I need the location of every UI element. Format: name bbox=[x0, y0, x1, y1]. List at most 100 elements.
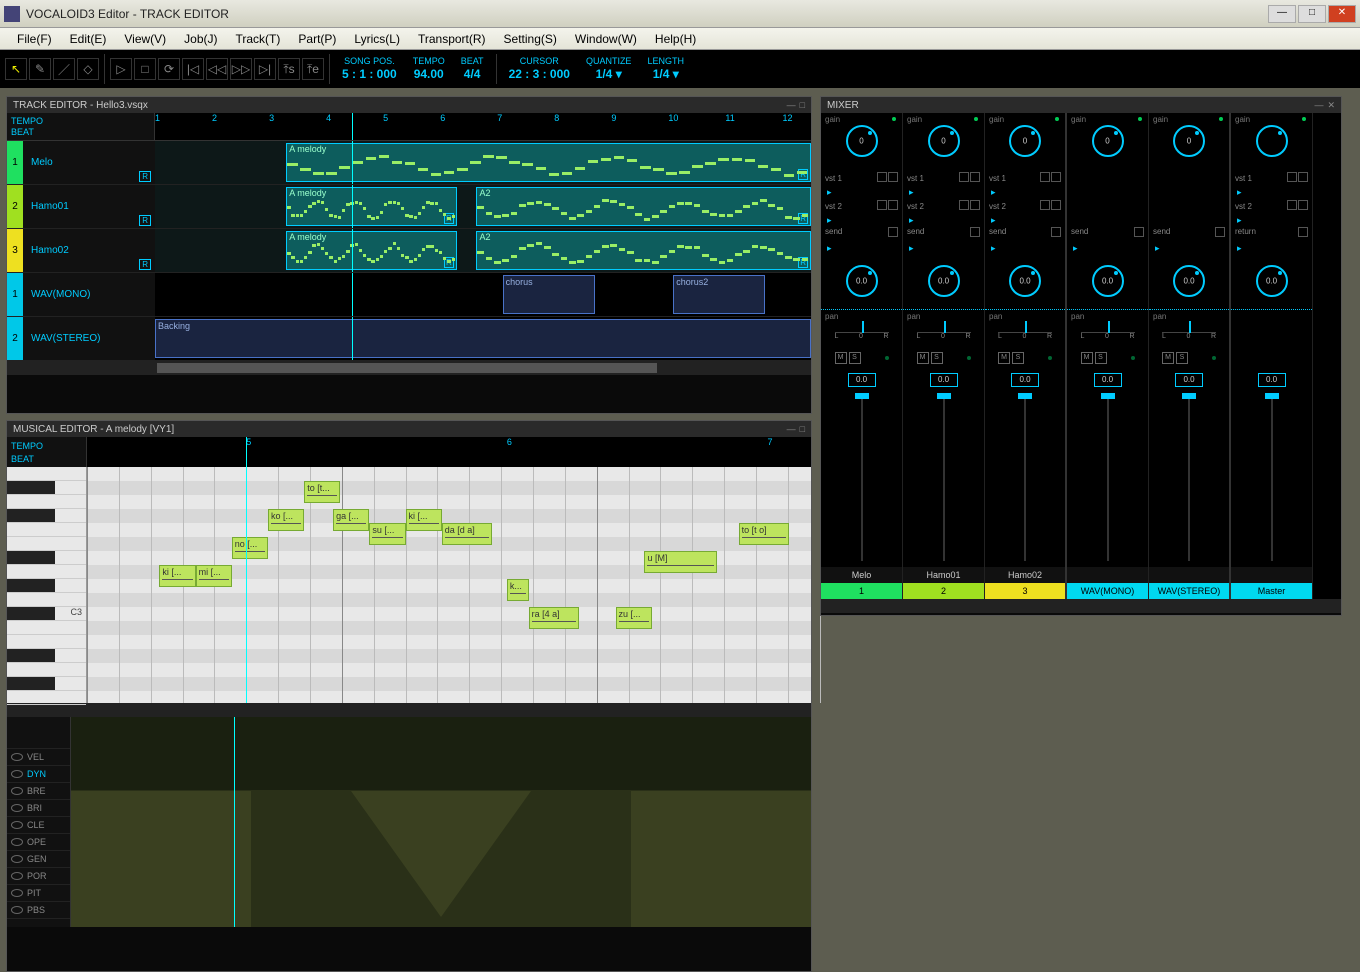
param-dyn[interactable]: DYN bbox=[7, 766, 70, 783]
erase-tool[interactable]: ◇ bbox=[77, 58, 99, 80]
pencil-tool[interactable]: ✎ bbox=[29, 58, 51, 80]
param-graph[interactable] bbox=[71, 717, 811, 927]
channel-number[interactable]: Master bbox=[1231, 583, 1312, 599]
menu-transport[interactable]: Transport(R) bbox=[409, 30, 495, 48]
param-pbs[interactable]: PBS bbox=[7, 902, 70, 919]
note[interactable]: ki [... bbox=[159, 565, 195, 587]
clip[interactable]: A2R bbox=[476, 187, 811, 226]
panel-close-icon[interactable]: ✕ bbox=[1327, 100, 1335, 110]
amount-knob[interactable]: 0.0 bbox=[846, 265, 878, 297]
menu-file[interactable]: File(F) bbox=[8, 30, 61, 48]
fader-slider[interactable] bbox=[1024, 393, 1026, 561]
pan-slider[interactable] bbox=[1162, 323, 1216, 333]
gain-knob[interactable]: 0 bbox=[928, 125, 960, 157]
amount-knob[interactable]: 0.0 bbox=[1173, 265, 1205, 297]
wav-track-lane[interactable]: chorus chorus2 bbox=[155, 273, 811, 316]
menu-job[interactable]: Job(J) bbox=[175, 30, 226, 48]
note[interactable]: da [d a] bbox=[442, 523, 493, 545]
note[interactable]: no [... bbox=[232, 537, 268, 559]
track-hscrollbar[interactable] bbox=[7, 361, 811, 375]
return-slot[interactable]: return bbox=[1231, 225, 1312, 243]
vst2-slot[interactable]: vst 2 bbox=[985, 197, 1065, 215]
menu-window[interactable]: Window(W) bbox=[566, 30, 646, 48]
forward-button[interactable]: ▷▷ bbox=[230, 58, 252, 80]
vst1-slot[interactable]: vst 1 bbox=[903, 169, 984, 187]
note[interactable]: ra [4 a] bbox=[529, 607, 580, 629]
track-lane[interactable]: A melodyR bbox=[155, 141, 811, 184]
vst1-slot[interactable]: vst 1 bbox=[821, 169, 902, 187]
menu-help[interactable]: Help(H) bbox=[646, 30, 705, 48]
play-button[interactable]: ▷ bbox=[110, 58, 132, 80]
wav-track-name[interactable]: WAV(MONO) bbox=[23, 273, 155, 316]
menu-setting[interactable]: Setting(S) bbox=[495, 30, 566, 48]
solo-button[interactable]: S bbox=[1095, 352, 1107, 364]
mute-button[interactable]: M bbox=[1081, 352, 1093, 364]
songpos-value[interactable]: 5 : 1 : 000 bbox=[342, 67, 397, 81]
note[interactable]: ko [... bbox=[268, 509, 304, 531]
track-playhead[interactable] bbox=[352, 113, 353, 140]
fader-db[interactable]: 0.0 bbox=[1094, 373, 1122, 387]
gain-knob[interactable]: 0 bbox=[846, 125, 878, 157]
fader-db[interactable]: 0.0 bbox=[1175, 373, 1203, 387]
wav-track-name[interactable]: WAV(STEREO) bbox=[23, 317, 155, 360]
menu-view[interactable]: View(V) bbox=[115, 30, 175, 48]
wav-clip[interactable]: chorus2 bbox=[673, 275, 765, 314]
wav-track-number[interactable]: 2 bbox=[7, 317, 23, 360]
channel-number[interactable]: 2 bbox=[903, 583, 984, 599]
vst2-slot[interactable]: vst 2 bbox=[903, 197, 984, 215]
musical-hscrollbar[interactable] bbox=[7, 703, 811, 717]
menu-edit[interactable]: Edit(E) bbox=[61, 30, 116, 48]
vst1-slot[interactable]: vst 1 bbox=[985, 169, 1065, 187]
fader-slider[interactable] bbox=[1271, 393, 1273, 561]
rewind-button[interactable]: ◁◁ bbox=[206, 58, 228, 80]
send-slot[interactable]: send bbox=[1067, 225, 1148, 243]
marker-start-button[interactable]: ⤒s bbox=[278, 58, 300, 80]
solo-button[interactable]: S bbox=[1012, 352, 1024, 364]
amount-knob[interactable]: 0.0 bbox=[1009, 265, 1041, 297]
track-number[interactable]: 2 bbox=[7, 185, 23, 228]
panel-maximize-icon[interactable]: □ bbox=[800, 100, 805, 110]
track-number[interactable]: 3 bbox=[7, 229, 23, 272]
param-bre[interactable]: BRE bbox=[7, 783, 70, 800]
tempo-value[interactable]: 94.00 bbox=[414, 67, 444, 81]
minimize-button[interactable]: — bbox=[1268, 5, 1296, 23]
panel-maximize-icon[interactable]: □ bbox=[800, 424, 805, 434]
mute-button[interactable]: M bbox=[917, 352, 929, 364]
clip[interactable]: A melodyR bbox=[286, 187, 457, 226]
pointer-tool[interactable]: ↖ bbox=[5, 58, 27, 80]
param-gen[interactable]: GEN bbox=[7, 851, 70, 868]
channel-number[interactable]: 1 bbox=[821, 583, 902, 599]
send-slot[interactable]: send bbox=[821, 225, 902, 243]
musical-ruler[interactable]: 567 bbox=[87, 437, 811, 467]
clip[interactable]: A melodyR bbox=[286, 231, 457, 270]
mute-button[interactable]: M bbox=[1162, 352, 1174, 364]
channel-number[interactable]: WAV(STEREO) bbox=[1149, 583, 1229, 599]
piano-roll-grid[interactable]: ki [...mi [...no [...ko [...to [t...ga [… bbox=[87, 467, 811, 703]
track-ruler[interactable]: 123456789101112 bbox=[155, 113, 811, 140]
fader-slider[interactable] bbox=[1188, 393, 1190, 561]
line-tool[interactable]: ／ bbox=[53, 58, 75, 80]
solo-button[interactable]: S bbox=[931, 352, 943, 364]
quantize-value[interactable]: 1/4 ▾ bbox=[596, 67, 622, 81]
channel-number[interactable]: 3 bbox=[985, 583, 1065, 599]
piano-keys[interactable]: C3 bbox=[7, 467, 87, 703]
send-slot[interactable]: send bbox=[1149, 225, 1229, 243]
solo-button[interactable]: S bbox=[1176, 352, 1188, 364]
wav-track-lane[interactable]: Backing bbox=[155, 317, 811, 360]
mixer-hscrollbar[interactable] bbox=[821, 599, 1341, 613]
param-bri[interactable]: BRI bbox=[7, 800, 70, 817]
cursor-value[interactable]: 22 : 3 : 000 bbox=[509, 67, 570, 81]
panel-minimize-icon[interactable]: — bbox=[1314, 100, 1323, 110]
length-value[interactable]: 1/4 ▾ bbox=[653, 67, 679, 81]
amount-knob[interactable]: 0.0 bbox=[1092, 265, 1124, 297]
track-lane[interactable]: A melodyR A2R bbox=[155, 229, 811, 272]
clip[interactable]: A2R bbox=[476, 231, 811, 270]
stop-button[interactable]: □ bbox=[134, 58, 156, 80]
menu-lyrics[interactable]: Lyrics(L) bbox=[345, 30, 409, 48]
send-slot[interactable]: send bbox=[985, 225, 1065, 243]
gain-knob[interactable] bbox=[1256, 125, 1288, 157]
wav-clip[interactable]: chorus bbox=[503, 275, 595, 314]
fader-db[interactable]: 0.0 bbox=[1011, 373, 1039, 387]
amount-knob[interactable]: 0.0 bbox=[928, 265, 960, 297]
beat-value[interactable]: 4/4 bbox=[464, 67, 481, 81]
